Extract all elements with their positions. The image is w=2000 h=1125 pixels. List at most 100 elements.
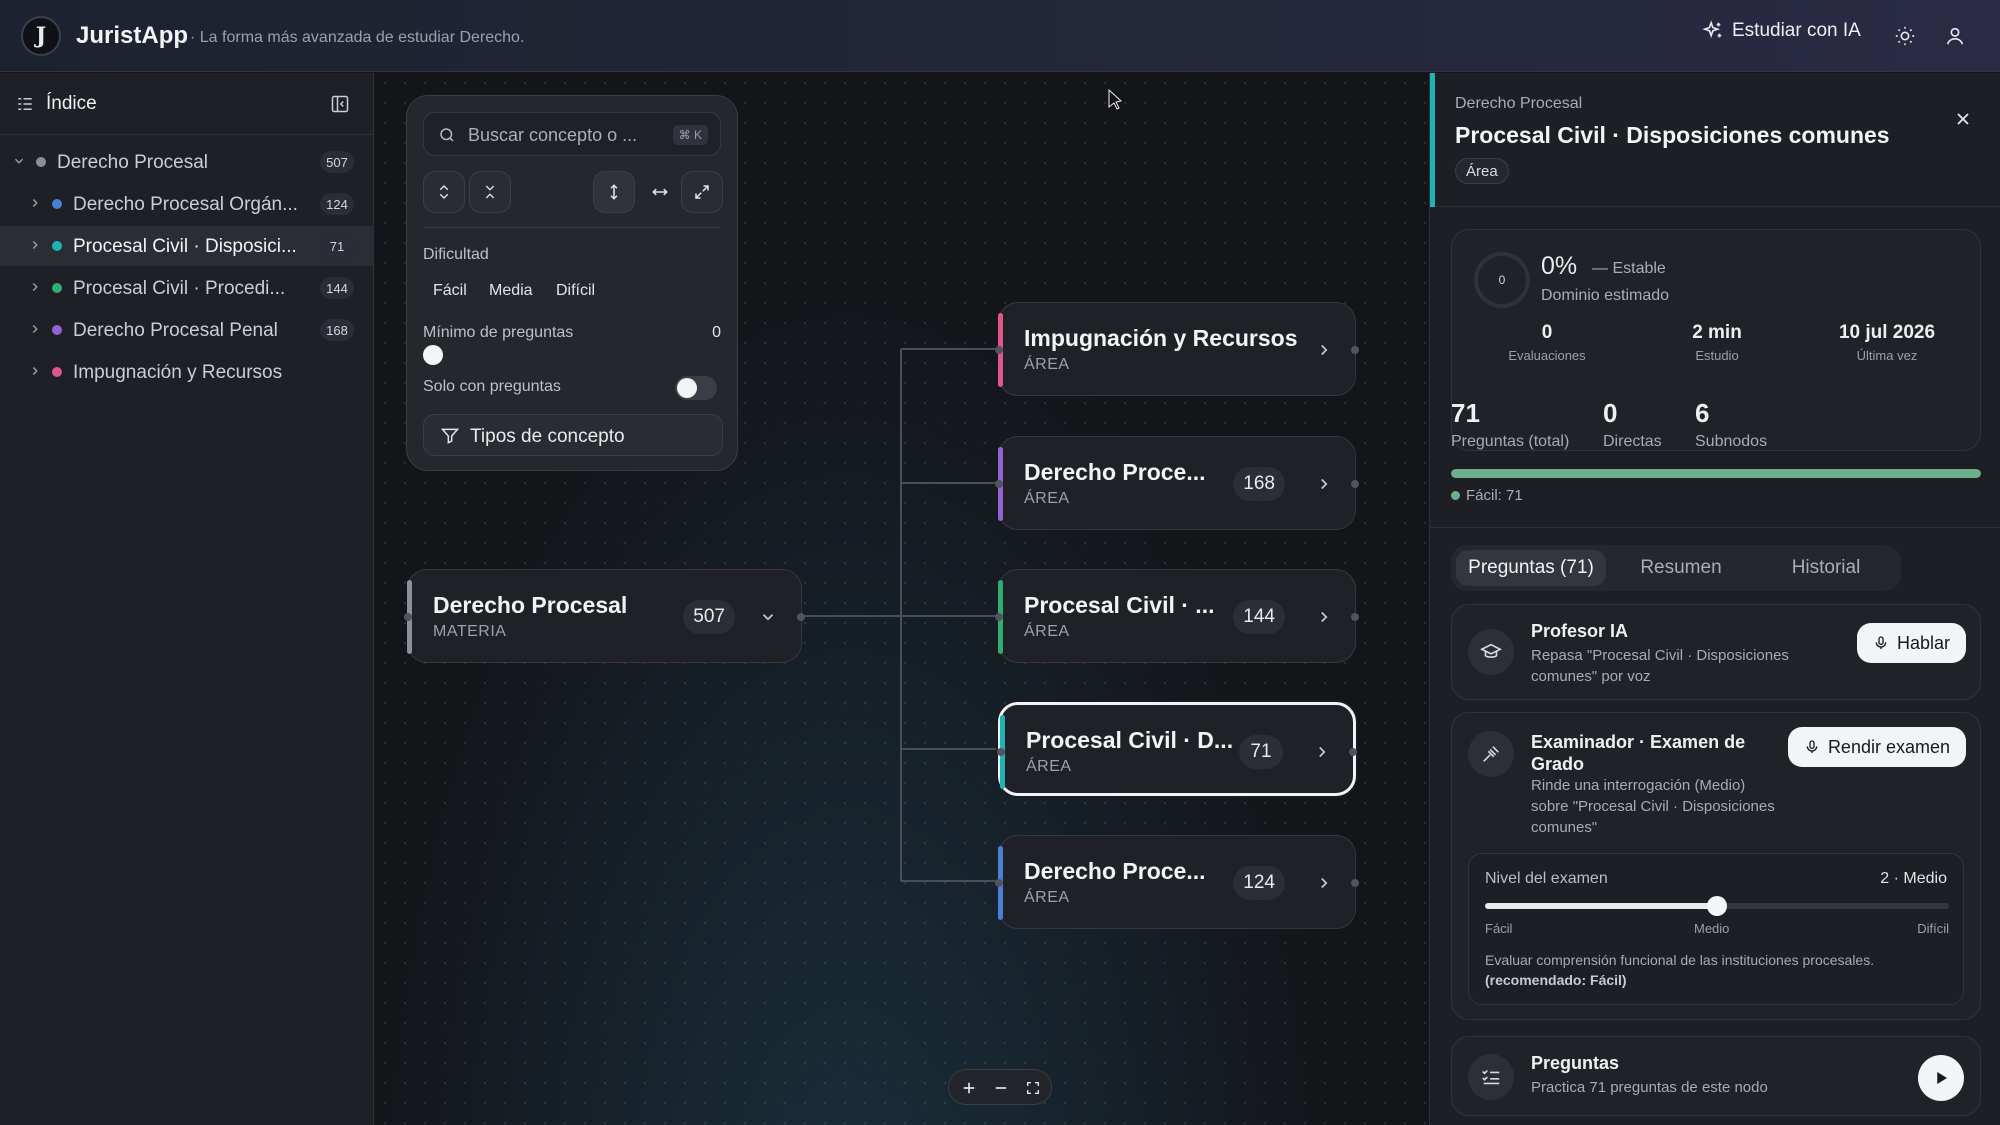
microphone-icon: [1875, 636, 1887, 649]
take-exam-button[interactable]: Rendir examen: [1787, 727, 1966, 767]
ai-professor-desc: Repasa "Procesal Civil · Disposiciones c…: [1531, 647, 1789, 685]
easy-fill: [1451, 469, 1981, 478]
node-type: ÁREA: [1024, 889, 1070, 906]
node-type-tag: Área: [1455, 158, 1509, 184]
graph-node-root[interactable]: Derecho Procesal MATERIA 507: [404, 569, 805, 663]
sidebar-item[interactable]: Derecho Procesal 507: [0, 142, 374, 182]
min-questions-slider[interactable]: [423, 345, 443, 365]
chevron-right-icon[interactable]: [28, 280, 42, 294]
horizontal-layout-button[interactable]: [639, 171, 681, 213]
ai-professor-card: Profesor IA Repasa "Procesal Civil · Dis…: [1451, 604, 1981, 700]
app-name[interactable]: JuristApp: [76, 22, 188, 50]
tab-summary[interactable]: Resumen: [1611, 550, 1751, 586]
close-icon[interactable]: [1953, 109, 1973, 129]
minus-icon: [995, 1087, 1007, 1089]
zoom-out-button[interactable]: [989, 1076, 1013, 1100]
app-tagline: · La forma más avanzada de estudiar Dere…: [190, 29, 525, 46]
exam-level-thumb[interactable]: [1707, 896, 1727, 916]
chevron-right-icon[interactable]: [28, 196, 42, 210]
chevron-down-icon[interactable]: [759, 607, 777, 627]
sidebar-item[interactable]: Derecho Procesal Orgán... 124: [0, 184, 374, 224]
node-port-left: [997, 748, 1005, 756]
play-practice-button[interactable]: [1918, 1055, 1964, 1101]
chevron-right-icon[interactable]: [28, 364, 42, 378]
chevron-right-icon[interactable]: [28, 322, 42, 336]
chevron-right-icon[interactable]: [1313, 742, 1331, 762]
fit-view-button[interactable]: [681, 171, 723, 213]
graph-node-child[interactable]: Impugnación y Recursos ÁREA: [995, 302, 1359, 396]
chevron-down-icon[interactable]: [12, 154, 26, 168]
chevron-right-icon[interactable]: [1315, 607, 1333, 627]
expand-all-button[interactable]: [423, 171, 465, 213]
list-tree-icon: [18, 98, 32, 110]
practice-card[interactable]: Preguntas Practica 71 preguntas de este …: [1451, 1036, 1981, 1116]
chevron-right-icon[interactable]: [28, 238, 42, 252]
graph-node-child[interactable]: Derecho Proce... ÁREA 124: [995, 835, 1359, 929]
node-port-left: [404, 613, 412, 621]
sidebar-item[interactable]: Impugnación y Recursos: [0, 352, 374, 392]
fit-screen-button[interactable]: [1021, 1076, 1045, 1100]
sidebar-item-dot: [36, 157, 46, 167]
fullscreen-icon: [1027, 1082, 1039, 1094]
panel-tabs: Preguntas (71) Resumen Historial: [1451, 545, 1901, 591]
mouse-cursor-icon: [1108, 89, 1123, 110]
vertical-layout-button[interactable]: [593, 171, 635, 213]
study-with-ai-button[interactable]: Estudiar con IA: [1702, 20, 1861, 42]
plus-icon: [963, 1082, 975, 1094]
difficulty-option-hard[interactable]: Difícil: [556, 282, 595, 300]
arrow-left-right-icon: [652, 188, 668, 196]
stat-evaluations: 0 Evaluaciones: [1508, 322, 1586, 363]
sidebar-item-label: Derecho Procesal: [57, 152, 209, 173]
sidebar-item-count: 507: [320, 151, 354, 173]
collapse-all-button[interactable]: [469, 171, 511, 213]
exam-level-value: 2 · Medio: [1880, 870, 1947, 887]
panel-breadcrumb[interactable]: Derecho Procesal: [1455, 95, 1582, 113]
panel-accent-stripe: [1430, 73, 1435, 207]
collapse-sidebar-icon[interactable]: [330, 94, 350, 114]
graph-node-child[interactable]: Procesal Civil · D... ÁREA 71: [997, 702, 1357, 796]
mastery-label: Dominio estimado: [1541, 287, 1670, 304]
play-icon: [1937, 1072, 1947, 1084]
sidebar-item-count: 144: [320, 277, 354, 299]
only-with-questions-toggle[interactable]: [675, 376, 717, 400]
panel-title: Procesal Civil · Disposiciones comunes: [1455, 122, 1890, 148]
easy-legend: Fácil: 71: [1451, 487, 1523, 504]
difficulty-option-medium[interactable]: Media: [489, 282, 533, 300]
ai-professor-title: Profesor IA: [1531, 621, 1629, 641]
zoom-controls: [948, 1069, 1052, 1105]
node-port-right: [1351, 480, 1359, 488]
chevron-right-icon[interactable]: [1315, 340, 1333, 360]
tab-history[interactable]: Historial: [1756, 550, 1896, 586]
node-port-right: [1351, 613, 1359, 621]
theme-toggle-button[interactable]: [1891, 22, 1919, 50]
graph-node-child[interactable]: Derecho Proce... ÁREA 168: [995, 436, 1359, 530]
only-with-questions-label: Solo con preguntas: [423, 378, 561, 395]
difficulty-option-easy[interactable]: Fácil: [433, 282, 467, 300]
sidebar-item[interactable]: Procesal Civil · Procedi... 144: [0, 268, 374, 308]
user-menu-button[interactable]: [1941, 22, 1969, 50]
node-title: Procesal Civil · D...: [1026, 727, 1234, 753]
exam-recommended: (recomendado: Fácil): [1485, 972, 1627, 988]
concept-types-button[interactable]: Tipos de concepto: [423, 414, 723, 456]
concept-search-input[interactable]: Buscar concepto o ... ⌘ K: [423, 112, 721, 156]
node-count-badge: 144: [1233, 600, 1285, 634]
practice-title: Preguntas: [1531, 1053, 1620, 1073]
sidebar-item-label: Procesal Civil · Procedi...: [73, 278, 286, 299]
app-logo[interactable]: J: [21, 16, 61, 56]
sidebar-item[interactable]: Procesal Civil · Disposici... 71: [0, 226, 374, 266]
panel-header: Derecho Procesal Procesal Civil · Dispos…: [1430, 73, 2000, 207]
sidebar-item-count: 168: [320, 319, 354, 341]
talk-button[interactable]: Hablar: [1856, 623, 1966, 663]
sidebar-item[interactable]: Derecho Procesal Penal 168: [0, 310, 374, 350]
graph-canvas[interactable]: Buscar concepto o ... ⌘ K Dificultad Fác…: [375, 73, 1428, 1125]
exam-note: Evaluar comprensión funcional de las ins…: [1485, 952, 1875, 988]
zoom-in-button[interactable]: [957, 1076, 981, 1100]
graph-node-child[interactable]: Procesal Civil · ... ÁREA 144: [995, 569, 1359, 663]
sidebar-title: Índice: [46, 93, 97, 114]
exam-tick-easy: Fácil: [1485, 921, 1513, 936]
chevron-right-icon[interactable]: [1315, 474, 1333, 494]
tab-questions[interactable]: Preguntas (71): [1456, 550, 1606, 586]
node-count-badge: 71: [1239, 735, 1283, 769]
sidebar-item-dot: [52, 367, 62, 377]
chevron-right-icon[interactable]: [1315, 873, 1333, 893]
